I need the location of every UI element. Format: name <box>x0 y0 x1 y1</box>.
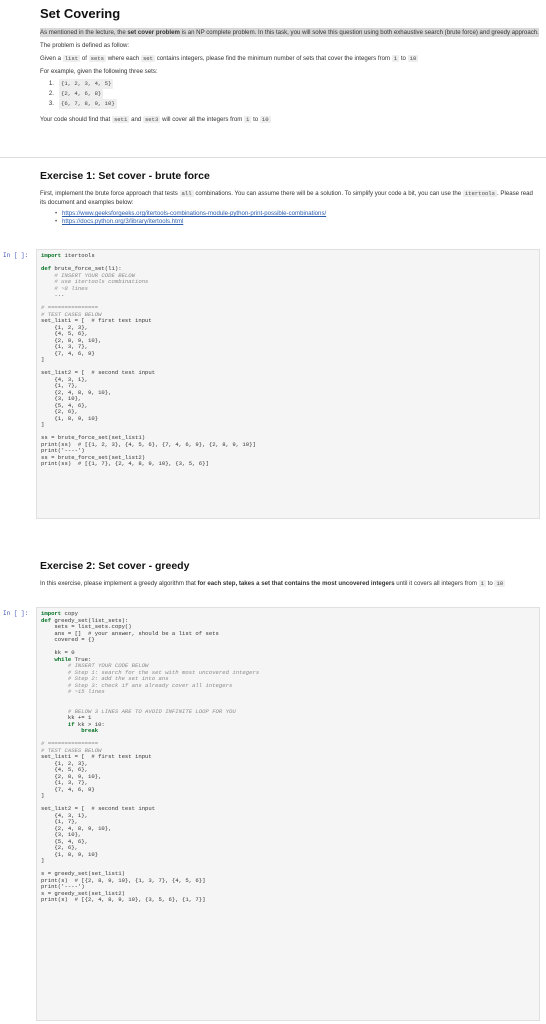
cell-divider <box>0 157 546 158</box>
problem-def-text: The problem is defined as follow: <box>40 42 130 49</box>
problem-statement: Given a list of sets where each set cont… <box>40 55 419 62</box>
exercise1-markdown-cell: Exercise 1: Set cover - brute force Firs… <box>40 170 540 226</box>
cell-prompt: In [ ]: <box>3 252 29 259</box>
example-intro: For example, given the following three s… <box>40 68 158 75</box>
code-line: print(s) # [{2, 4, 8, 9, 10}, {3, 5, 6},… <box>41 897 206 903</box>
code-cell-greedy[interactable]: import copy def greedy_set(list_sets): se… <box>36 607 540 1021</box>
notebook-page: Set Covering As mentioned in the lecture… <box>0 0 546 1024</box>
example-sets-list: 1. {1, 2, 3, 4, 5} 2. {2, 4, 6, 8} 3. {6, 7… <box>48 79 540 109</box>
list-item: 1. {1, 2, 3, 4, 5} <box>48 79 114 89</box>
list-item: 2. {2, 4, 6, 8} <box>48 89 104 99</box>
intro-paragraph: As mentioned in the lecture, the set cov… <box>40 28 539 37</box>
exercise1-heading: Exercise 1: Set cover - brute force <box>40 170 210 182</box>
cell-prompt: In [ ]: <box>3 610 29 617</box>
exercise1-description: First, implement the brute force approac… <box>40 190 533 206</box>
link-python-docs[interactable]: https://docs.python.org/3/library/iterto… <box>62 218 183 225</box>
list-item: https://www.geeksforgeeks.org/itertools-… <box>55 210 540 218</box>
page-title: Set Covering <box>40 6 121 21</box>
code-line: print(ss) # [{1, 7}, {2, 4, 8, 9, 10}, {… <box>41 461 209 467</box>
list-item: https://docs.python.org/3/library/iterto… <box>55 218 540 226</box>
exercise2-description: In this exercise, please implement a gre… <box>40 580 506 587</box>
reference-links: https://www.geeksforgeeks.org/itertools-… <box>40 210 540 226</box>
exercise2-heading: Exercise 2: Set cover - greedy <box>40 560 190 572</box>
intro-markdown-cell: Set Covering As mentioned in the lecture… <box>40 6 540 124</box>
list-item: 3. {6, 7, 8, 9, 10} <box>48 99 117 109</box>
code-cell-brute-force[interactable]: import itertools def brute_force_set(l1):… <box>36 249 540 519</box>
expected-result-text: Your code should find that set1 and set3… <box>40 116 271 123</box>
link-geeksforgeeks[interactable]: https://www.geeksforgeeks.org/itertools-… <box>62 210 326 217</box>
exercise2-markdown-cell: Exercise 2: Set cover - greedy In this e… <box>40 560 540 588</box>
